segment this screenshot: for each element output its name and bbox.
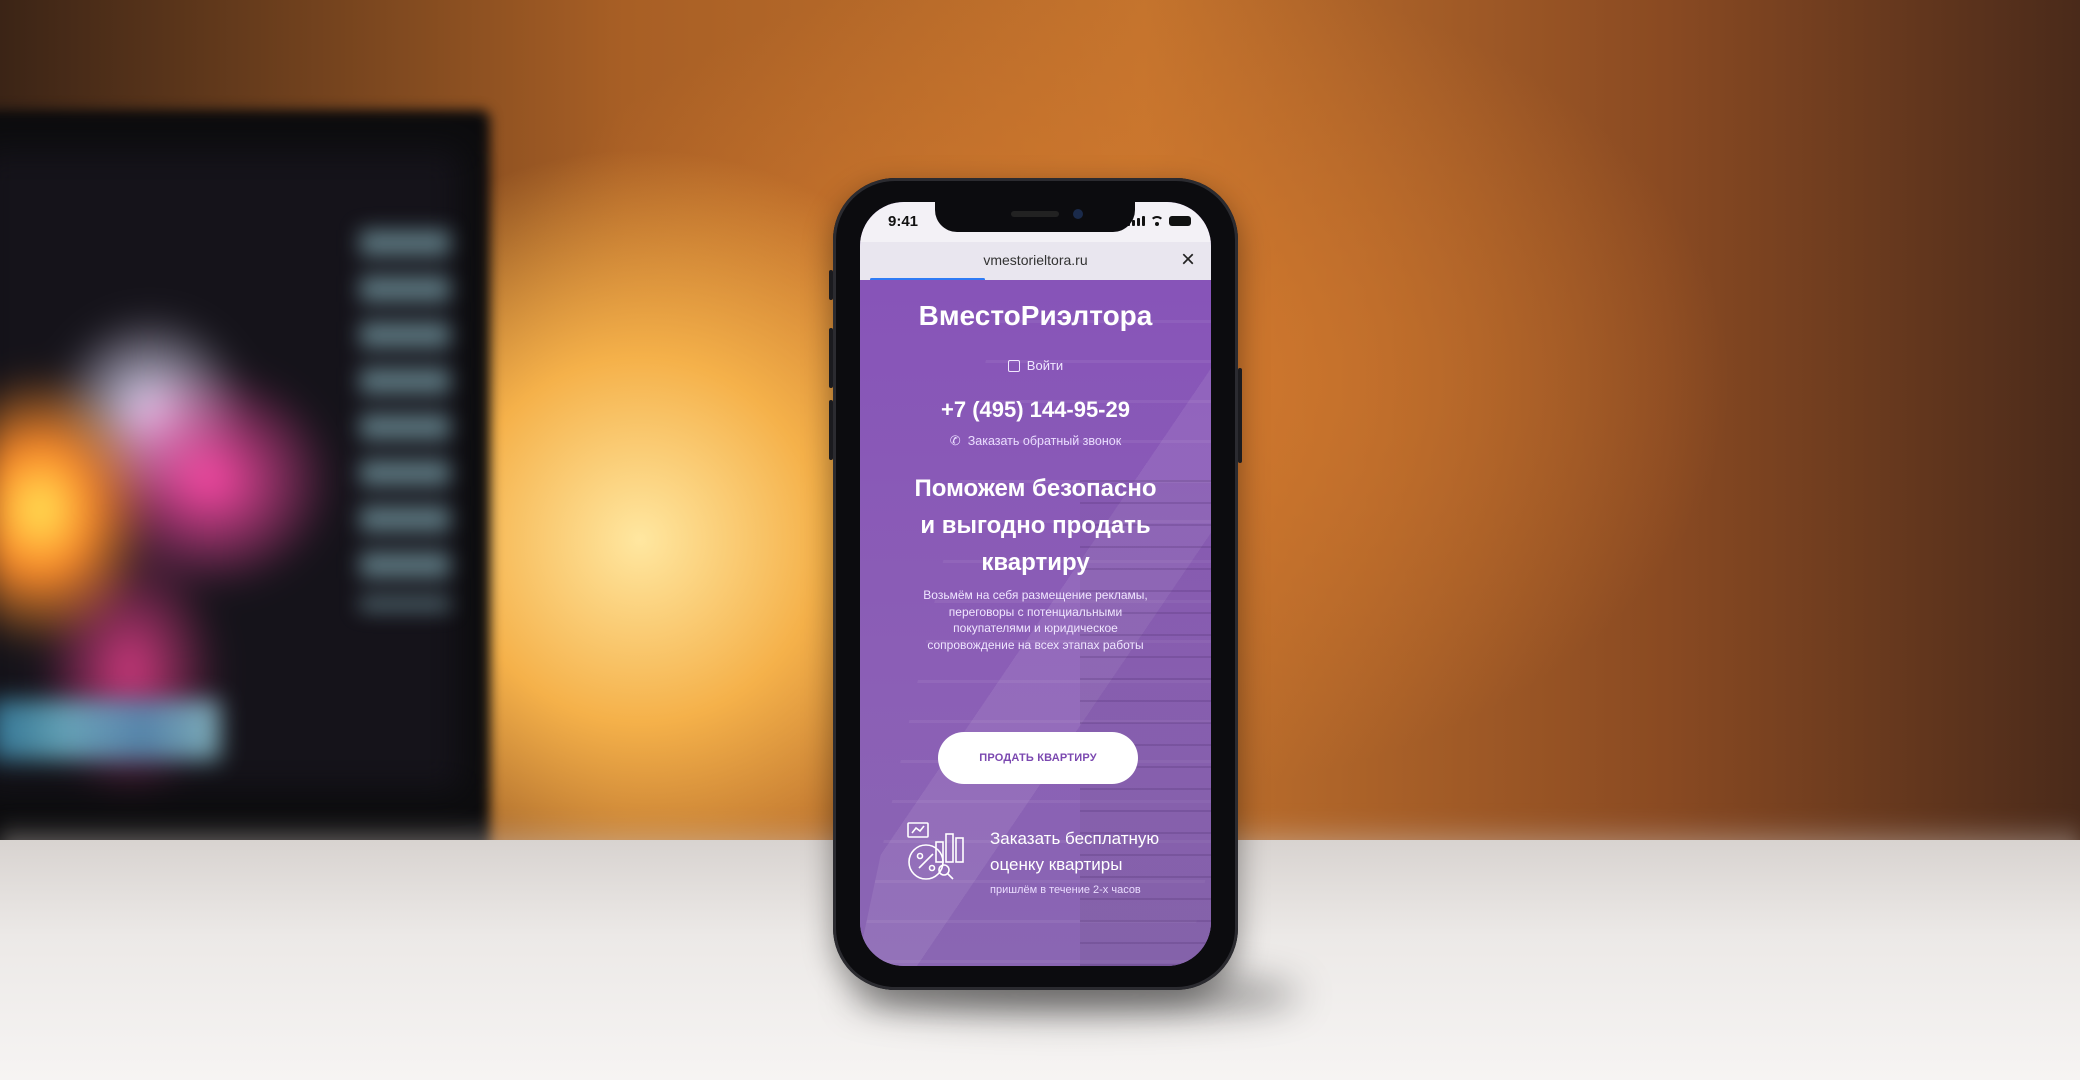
- status-icons: [1127, 216, 1191, 226]
- hero-description: Возьмём на себя размещение рекламы, пере…: [900, 587, 1171, 653]
- valuation-title: Заказать бесплатную оценку квартиры: [990, 826, 1159, 878]
- description-line: Возьмём на себя размещение рекламы,: [923, 588, 1148, 602]
- headline-line: Поможем безопасно: [914, 475, 1157, 502]
- power-button: [1238, 368, 1242, 463]
- wifi-icon: [1150, 216, 1164, 226]
- volume-up-button: [829, 328, 833, 388]
- phone-number[interactable]: +7 (495) 144-95-29: [860, 397, 1211, 423]
- speaker: [1011, 211, 1059, 217]
- status-time: 9:41: [888, 213, 919, 230]
- smartphone: 9:41 vmestorieltora.ru × ВместоРиэлтора …: [829, 178, 1242, 990]
- laptop-sidebar: [360, 230, 450, 610]
- sell-apartment-button[interactable]: ПРОДАТЬ КВАРТИРУ: [938, 732, 1138, 784]
- login-link[interactable]: Войти: [860, 358, 1211, 373]
- phone-icon: ✆: [949, 433, 961, 448]
- hero-headline: Поможем безопасно и выгодно продать квар…: [878, 470, 1193, 581]
- close-icon[interactable]: ×: [1181, 247, 1195, 273]
- battery-icon: [1169, 216, 1191, 226]
- notch: [935, 202, 1135, 232]
- laptop-dock: [0, 700, 220, 760]
- login-label: Войти: [1026, 358, 1064, 373]
- callback-link[interactable]: ✆ Заказать обратный звонок: [860, 433, 1211, 449]
- headline-line: квартиру: [981, 549, 1090, 576]
- site-logo[interactable]: ВместоРиэлтора: [860, 300, 1211, 332]
- url-text[interactable]: vmestorieltora.ru: [860, 252, 1211, 268]
- front-camera: [1073, 209, 1083, 219]
- free-valuation-link[interactable]: Заказать бесплатную оценку квартиры приш…: [904, 820, 1194, 910]
- description-line: сопровождение на всех этапах работы: [927, 637, 1144, 652]
- valuation-title-line: оценку квартиры: [990, 855, 1123, 874]
- login-icon: [1007, 359, 1020, 372]
- mute-switch: [829, 270, 833, 300]
- valuation-subtitle: пришлём в течение 2-х часов: [990, 884, 1141, 896]
- browser-address-bar[interactable]: vmestorieltora.ru ×: [860, 242, 1211, 281]
- callback-label: Заказать обратный звонок: [967, 434, 1122, 448]
- phone-screen: 9:41 vmestorieltora.ru × ВместоРиэлтора …: [860, 202, 1211, 966]
- volume-down-button: [829, 400, 833, 460]
- valuation-icon: [907, 822, 964, 880]
- headline-line: и выгодно продать: [920, 512, 1151, 539]
- description-line: переговоры с потенциальными: [948, 604, 1123, 619]
- description-line: покупателями и юридическое: [953, 621, 1118, 635]
- landing-page: ВместоРиэлтора Войти +7 (495) 144-95-29 …: [860, 280, 1211, 966]
- valuation-title-line: Заказать бесплатную: [990, 829, 1160, 848]
